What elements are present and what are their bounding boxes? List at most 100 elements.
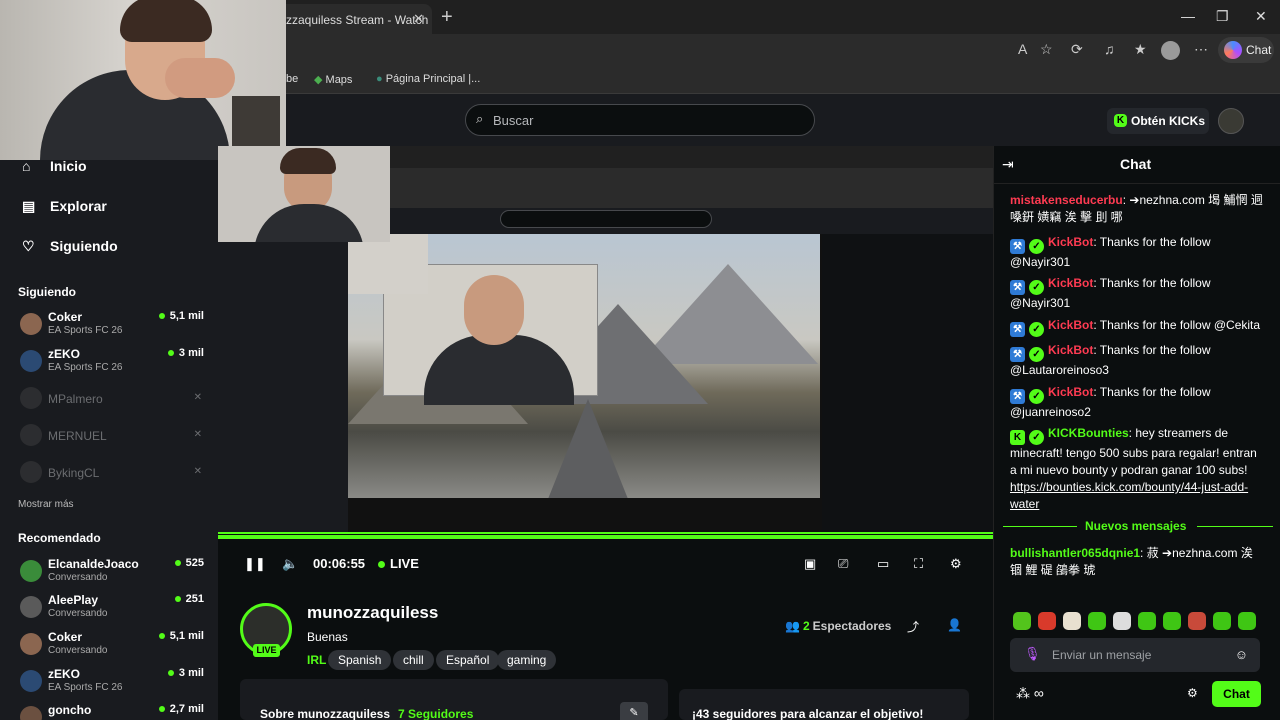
fullscreen-icon[interactable]: ⛶ (914, 556, 923, 572)
follow-user-icon[interactable]: 👤 (947, 618, 962, 632)
emote-icon[interactable] (1088, 612, 1106, 630)
channel-name: MERNUEL (48, 429, 107, 443)
channel-item-offline[interactable]: MPalmero ✕ (18, 384, 204, 418)
viewers-icon: 👥 (785, 619, 800, 633)
chat-username[interactable]: mistakenseducerbu (1010, 193, 1123, 207)
clip-icon[interactable]: ⎚ (838, 556, 848, 572)
extensions-icon[interactable]: ⟳ (1071, 41, 1083, 58)
chat-settings-icon[interactable]: ⚙ (1187, 686, 1198, 700)
emote-icon[interactable] (1213, 612, 1231, 630)
emote-icon[interactable] (1038, 612, 1056, 630)
volume-icon[interactable]: 🔈 (282, 556, 298, 572)
channel-item[interactable]: zEKO EA Sports FC 26 3 mil (18, 347, 204, 381)
collapse-chat-icon[interactable]: ⇥ (1002, 156, 1014, 173)
progress-bar[interactable] (218, 535, 993, 539)
channel-item-offline[interactable]: BykingCL ✕ (18, 458, 204, 492)
emote-icon[interactable] (1063, 612, 1081, 630)
bot-badge-icon: ⚒ (1010, 322, 1025, 337)
nav-explorar[interactable]: ▤ Explorar (22, 198, 107, 215)
inner-sidebar (218, 234, 348, 580)
emote-icon[interactable] (1113, 612, 1131, 630)
viewer-count-value: 3 mil (178, 667, 204, 679)
streamer-name[interactable]: munozzaquiless (307, 603, 438, 623)
avatar (20, 596, 42, 618)
search-input[interactable]: ⌕ Buscar (465, 104, 815, 136)
pip-icon[interactable]: ▣ (804, 556, 816, 572)
new-tab-button[interactable]: + (441, 6, 453, 29)
channel-name: Coker (48, 630, 83, 644)
channel-item[interactable]: Coker EA Sports FC 26 5,1 mil (18, 310, 204, 344)
maximize-icon[interactable]: ❐ (1216, 8, 1229, 25)
chat-username[interactable]: KickBot (1048, 235, 1093, 249)
chat-username[interactable]: KickBot (1048, 318, 1093, 332)
tag[interactable]: Español (436, 650, 500, 670)
favorite-pagina-principal[interactable]: ● Página Principal |... (376, 73, 480, 85)
chat-username[interactable]: KICKBounties (1048, 426, 1129, 440)
webcam-person-hand (165, 58, 235, 98)
favorite-star-icon[interactable]: ☆ (1040, 41, 1053, 58)
settings-gear-icon[interactable]: ⚙ (950, 556, 962, 572)
emote-icon[interactable] (1188, 612, 1206, 630)
chat-username[interactable]: bullishantler065dqnie1 (1010, 546, 1140, 560)
new-messages-divider[interactable]: Nuevos mensajes (1003, 517, 1273, 535)
chat-username[interactable]: KickBot (1048, 276, 1093, 290)
bounty-link[interactable]: https://bounties.kick.com/bounty/44-just… (1010, 480, 1248, 511)
search-icon: ⌕ (476, 111, 484, 126)
get-kicks-button[interactable]: K Obtén KICKs (1107, 108, 1209, 134)
theater-mode-icon[interactable]: ▭ (877, 556, 889, 572)
favorite-item[interactable]: be (286, 73, 298, 85)
nav-inicio[interactable]: ⌂ Inicio (22, 158, 87, 174)
close-window-icon[interactable]: ✕ (1255, 8, 1267, 25)
nav-siguiendo[interactable]: ♡ Siguiendo (22, 238, 118, 255)
chat-username[interactable]: KickBot (1048, 343, 1093, 357)
avatar (20, 350, 42, 372)
nav-inicio-label: Inicio (50, 158, 87, 174)
show-more-link[interactable]: Mostrar más (18, 499, 74, 510)
read-aloud-icon[interactable]: A (1018, 41, 1027, 57)
more-menu-icon[interactable]: ⋯ (1194, 41, 1208, 58)
screen: zzaquiless Stream - Watch Li ✕ + — ❐ ✕ A… (0, 0, 1280, 720)
viewer-count: 👥 2 Espectadores (785, 619, 891, 633)
browser-tab[interactable]: zzaquiless Stream - Watch Li ✕ (278, 4, 432, 34)
chat-message-input[interactable]: 🎙 Enviar un mensaje ☺ (1010, 638, 1260, 672)
avatar (20, 313, 42, 335)
channel-item[interactable]: ElcanaldeJoaco Conversando 525 (18, 557, 204, 591)
channel-category: Conversando (48, 608, 108, 619)
channel-item[interactable]: zEKO EA Sports FC 26 3 mil (18, 667, 204, 701)
edit-pencil-icon[interactable]: ✎ (620, 702, 648, 720)
live-dot-icon (174, 560, 181, 567)
minimize-icon[interactable]: — (1181, 8, 1195, 24)
favorite-maps[interactable]: ◆ Maps (314, 73, 352, 86)
channel-item[interactable]: AleePlay Conversando 251 (18, 593, 204, 627)
emote-icon[interactable] (1238, 612, 1256, 630)
media-icon[interactable]: ♫ (1104, 41, 1115, 57)
kick-logo-icon: K (1114, 114, 1127, 127)
emote-icon[interactable] (1163, 612, 1181, 630)
pause-icon[interactable]: ❚❚ (244, 556, 266, 572)
send-chat-button[interactable]: Chat (1212, 681, 1261, 707)
chat-username[interactable]: KickBot (1048, 385, 1093, 399)
chat-message: ⚒ ✓ KickBot: Thanks for the follow @Cekita (1010, 317, 1265, 337)
emoji-icon[interactable]: ☺ (1235, 647, 1248, 662)
bot-badge-icon: ⚒ (1010, 280, 1025, 295)
channel-points[interactable]: ⁂ ∞ (1016, 685, 1044, 702)
tag[interactable]: gaming (497, 650, 557, 670)
user-avatar[interactable] (1218, 108, 1244, 134)
chat-message: mistakenseducerbu: ➔nezhna.com 堨 鯆惘 迵 嗓銒… (1010, 192, 1265, 226)
profile-avatar[interactable] (1161, 41, 1180, 60)
channel-item[interactable]: Coker Conversando 5,1 mil (18, 630, 204, 664)
microphone-icon[interactable]: 🎙 (1024, 646, 1041, 662)
emote-icon[interactable] (1138, 612, 1156, 630)
avatar (20, 461, 42, 483)
maps-icon: ◆ (314, 74, 323, 86)
tag[interactable]: Spanish (328, 650, 392, 670)
channel-item-offline[interactable]: MERNUEL ✕ (18, 421, 204, 455)
channel-item[interactable]: goncho 2,7 mil (18, 703, 204, 720)
copilot-chat-button[interactable]: Chat (1218, 37, 1274, 63)
category-link[interactable]: IRL (307, 653, 326, 667)
tag[interactable]: chill (393, 650, 434, 670)
share-icon[interactable]: ⤴ (907, 618, 919, 635)
emote-icon[interactable] (1013, 612, 1031, 630)
favorites-icon[interactable]: ★ (1134, 41, 1147, 58)
tab-close-icon[interactable]: ✕ (413, 11, 424, 27)
